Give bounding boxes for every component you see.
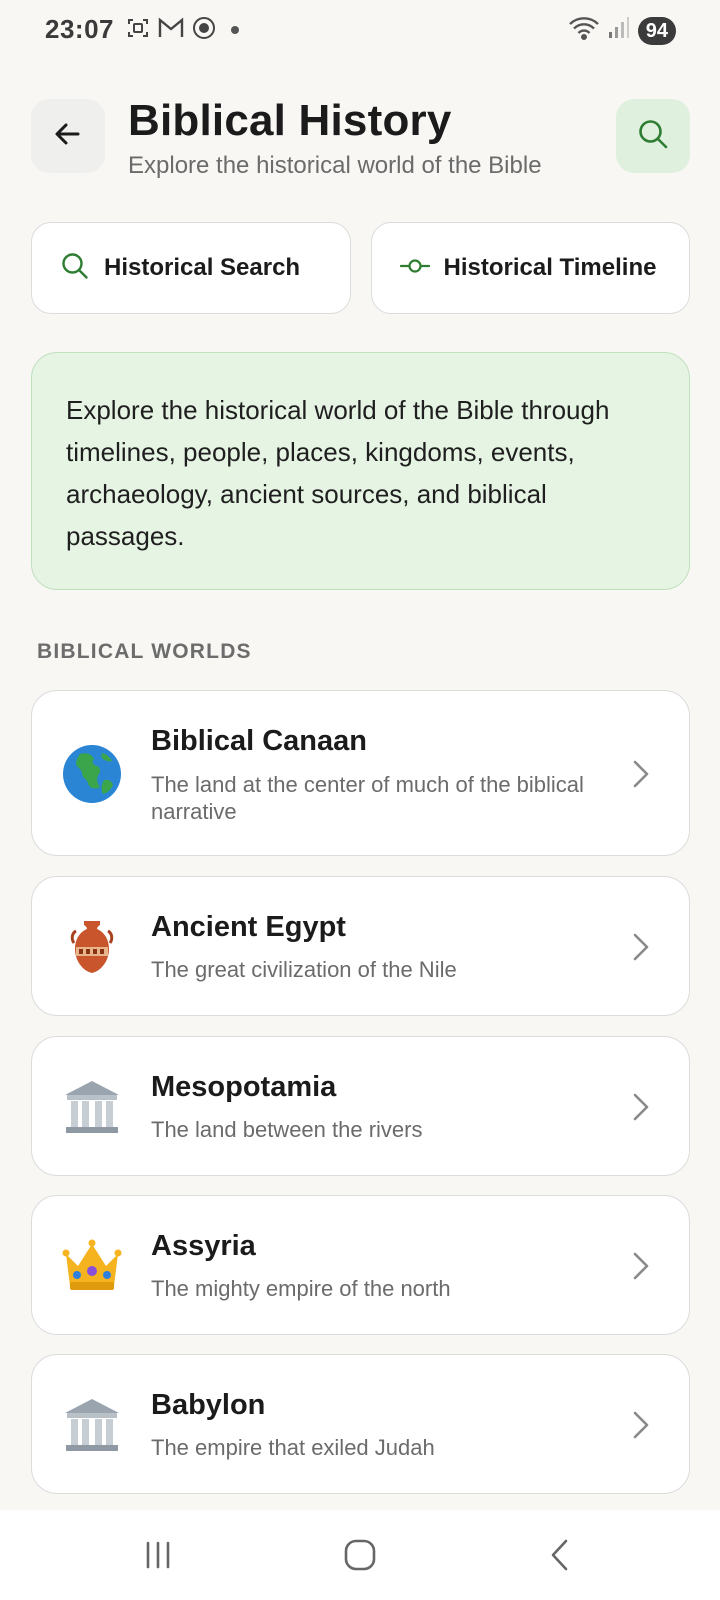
chevron-right-icon — [629, 1087, 653, 1127]
home-button[interactable] — [336, 1535, 384, 1579]
chevron-right-icon — [629, 1246, 653, 1286]
search-button[interactable] — [616, 99, 690, 173]
home-icon — [343, 1538, 377, 1577]
classical-building-icon — [62, 1395, 122, 1455]
world-description: The empire that exiled Judah — [151, 1435, 435, 1460]
chevron-right-icon — [629, 1405, 653, 1445]
world-name: Assyria — [151, 1230, 256, 1262]
screenshot-icon — [126, 16, 150, 45]
page-subtitle: Explore the historical world of the Bibl… — [128, 152, 542, 179]
status-bar: 23:07 94 — [0, 0, 720, 62]
world-name: Biblical Canaan — [151, 725, 367, 757]
signal-icon — [608, 16, 630, 45]
world-item-babylon[interactable]: Babylon The empire that exiled Judah — [31, 1354, 690, 1494]
gmail-icon — [158, 17, 184, 44]
back-button[interactable] — [31, 99, 105, 173]
world-description: The land between the rivers — [151, 1117, 423, 1142]
page-title: Biblical History — [128, 96, 452, 145]
timeline-icon — [399, 251, 430, 286]
search-icon — [636, 117, 670, 156]
world-description: The mighty empire of the north — [151, 1276, 451, 1301]
historical-search-button[interactable]: Historical Search — [31, 222, 351, 314]
classical-building-icon — [62, 1077, 122, 1137]
historical-search-label: Historical Search — [104, 254, 301, 281]
dot-icon — [230, 22, 240, 40]
world-item-assyria[interactable]: Assyria The mighty empire of the north — [31, 1195, 690, 1335]
globe-icon — [62, 744, 122, 804]
record-icon — [192, 16, 216, 45]
system-nav-bar — [0, 1510, 720, 1600]
world-item-mesopotamia[interactable]: Mesopotamia The land between the rivers — [31, 1036, 690, 1176]
wifi-icon — [568, 15, 600, 46]
world-name: Mesopotamia — [151, 1071, 337, 1103]
world-name: Babylon — [151, 1389, 266, 1421]
intro-text: Explore the historical world of the Bibl… — [66, 395, 610, 551]
section-title: BIBLICAL WORLDS — [37, 640, 252, 663]
amphora-icon — [62, 917, 122, 977]
back-nav-icon — [544, 1538, 578, 1577]
world-description: The land at the center of much of the bi… — [151, 772, 584, 824]
world-description: The great civilization of the Nile — [151, 957, 457, 982]
recent-apps-button[interactable] — [134, 1535, 182, 1579]
historical-timeline-label: Historical Timeline — [443, 254, 657, 281]
intro-card: Explore the historical world of the Bibl… — [31, 352, 690, 590]
status-time: 23:07 — [45, 14, 114, 44]
status-system-icons: 94 — [568, 15, 676, 46]
chevron-right-icon — [629, 927, 653, 967]
back-nav-button[interactable] — [537, 1535, 585, 1579]
recent-apps-icon — [141, 1538, 175, 1577]
battery-indicator: 94 — [637, 16, 676, 45]
header: Biblical History Explore the historical … — [0, 96, 720, 188]
status-notification-icons — [126, 16, 240, 45]
chevron-right-icon — [629, 754, 653, 794]
world-item-biblical-canaan[interactable]: Biblical Canaan The land at the center o… — [31, 690, 690, 856]
search-icon — [60, 251, 90, 286]
world-item-ancient-egypt[interactable]: Ancient Egypt The great civilization of … — [31, 876, 690, 1016]
world-name: Ancient Egypt — [151, 911, 346, 943]
historical-timeline-button[interactable]: Historical Timeline — [370, 222, 690, 314]
arrow-left-icon — [52, 118, 84, 155]
crown-icon — [62, 1236, 122, 1296]
quick-actions: Historical Search Historical Timeline — [31, 222, 690, 314]
